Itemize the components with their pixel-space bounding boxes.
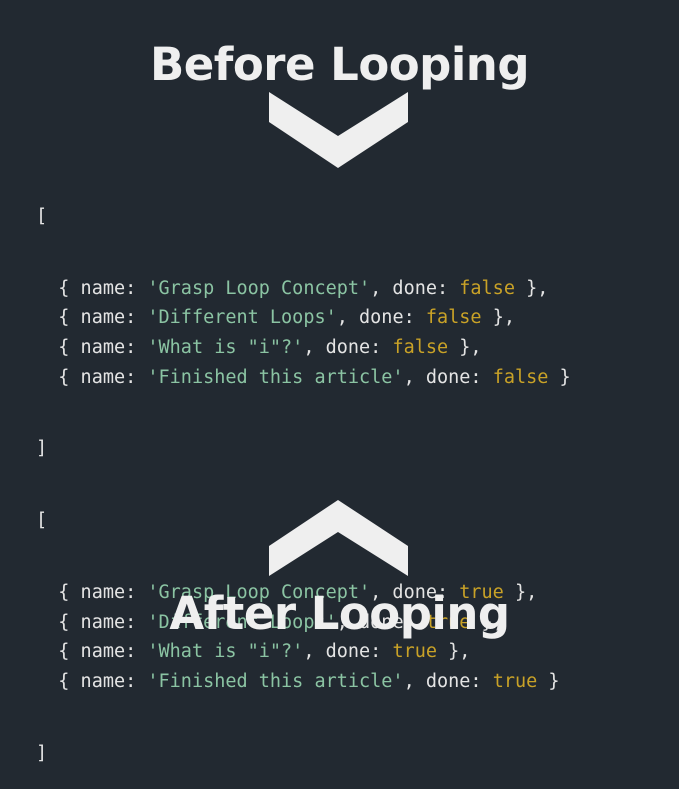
close-bracket-before: ]	[36, 438, 48, 460]
code-prefix: { name:	[36, 277, 148, 299]
code-tail: }	[537, 670, 560, 692]
done-value: false	[392, 337, 449, 359]
code-prefix: { name:	[36, 366, 148, 388]
after-looping-heading: After Looping	[169, 587, 510, 640]
open-bracket-before: [	[36, 206, 48, 227]
name-string: 'Finished this article'	[147, 366, 404, 388]
code-prefix: { name:	[36, 337, 148, 359]
done-value: true	[492, 670, 538, 692]
code-prefix: { name:	[36, 307, 148, 329]
name-string: 'Finished this article'	[147, 670, 404, 692]
code-line: { name: 'Finished this article', done: t…	[36, 667, 571, 697]
name-string: 'What is "i"?'	[147, 641, 304, 663]
code-line: { name: 'Finished this article', done: f…	[36, 363, 571, 393]
name-string: 'Grasp Loop Concept'	[147, 277, 371, 299]
done-value: false	[492, 366, 549, 388]
close-bracket-after: ]	[36, 742, 48, 764]
code-tail: }	[548, 366, 571, 388]
code-tail: },	[437, 641, 471, 663]
code-tail: },	[514, 277, 549, 299]
code-prefix: { name:	[36, 670, 148, 692]
code-tail: },	[448, 337, 482, 359]
done-value: true	[392, 641, 437, 663]
code-line: { name: 'What is "i"?', done: true },	[36, 637, 571, 667]
done-value: false	[425, 307, 482, 329]
code-line: { name: 'Grasp Loop Concept', done: fals…	[36, 274, 571, 304]
code-done-key: , done:	[336, 307, 426, 329]
name-string: 'Different Loops'	[147, 307, 337, 329]
done-value: false	[459, 277, 515, 299]
before-looping-heading: Before Looping	[149, 38, 530, 91]
code-prefix: { name:	[36, 641, 148, 663]
name-string: 'What is "i"?'	[147, 337, 304, 359]
code-block: [ { name: 'Grasp Loop Concept', done: fa…	[36, 160, 571, 789]
code-done-key: , done:	[303, 641, 393, 663]
chevron-up-icon	[269, 500, 408, 576]
code-done-key: , done:	[370, 277, 460, 299]
before-array: { name: 'Grasp Loop Concept', done: fals…	[36, 274, 571, 393]
code-done-key: , done:	[403, 366, 493, 388]
code-line: { name: 'What is "i"?', done: false },	[36, 333, 571, 363]
code-line: { name: 'Different Loops', done: false }…	[36, 303, 571, 333]
code-tail: },	[481, 307, 515, 329]
code-done-key: , done:	[303, 337, 393, 359]
code-done-key: , done:	[403, 670, 493, 692]
